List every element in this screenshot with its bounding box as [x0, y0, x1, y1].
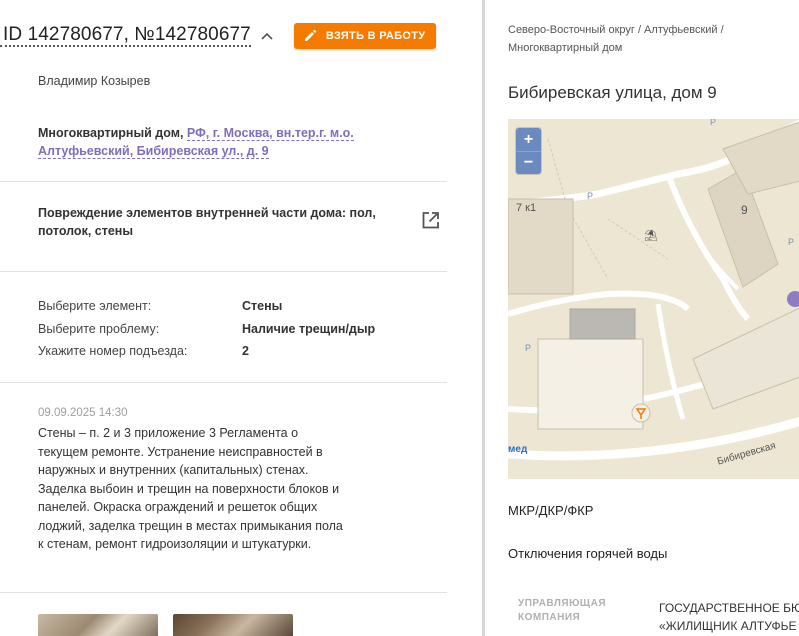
param-row: Выберите элемент: Стены: [38, 295, 438, 318]
map-label-building: 7 к1: [516, 202, 537, 214]
svg-text:P: P: [788, 237, 794, 247]
map[interactable]: P P P P ⛱ 7 к1 9 Бибиревская мед + −: [508, 119, 799, 479]
take-to-work-label: ВЗЯТЬ В РАБОТУ: [325, 30, 426, 42]
svg-text:P: P: [525, 343, 531, 353]
management-value-line: ГОСУДАРСТВЕННОЕ БЮ: [659, 601, 799, 615]
author-name: Владимир Козырев: [38, 74, 151, 88]
management-value: ГОСУДАРСТВЕННОЕ БЮ «ЖИЛИЩНИК АЛТУФЬЕ: [659, 599, 799, 635]
object-address: Многоквартирный дом, РФ, г. Москва, вн.т…: [38, 124, 438, 160]
pencil-icon: [303, 29, 317, 43]
problem-params: Выберите элемент: Стены Выберите проблем…: [38, 295, 438, 363]
photo-thumbnail[interactable]: [38, 614, 158, 636]
ticket-id[interactable]: ID 142780677, №142780677: [0, 25, 251, 47]
zoom-in-button[interactable]: +: [516, 128, 541, 151]
divider: [0, 382, 447, 383]
param-value: Стены: [242, 299, 283, 314]
breadcrumb: Северо-Восточный округ / Алтуфьевский / …: [508, 24, 724, 54]
svg-text:P: P: [710, 119, 716, 127]
svg-text:⛱: ⛱: [644, 229, 658, 242]
chevron-up-icon[interactable]: [260, 29, 274, 43]
external-link-icon[interactable]: [421, 211, 440, 230]
section-hot-water[interactable]: Отключения горячей воды: [508, 546, 667, 561]
svg-text:P: P: [587, 191, 593, 201]
map-label-metro: мед: [508, 444, 528, 455]
param-value: 2: [242, 344, 249, 359]
param-label: Выберите элемент:: [38, 299, 152, 314]
map-label-building: 9: [741, 203, 748, 217]
param-row: Укажите номер подъезда: 2: [38, 340, 438, 363]
comment-text: Стены – п. 2 и 3 приложение 3 Регламента…: [38, 426, 343, 551]
param-label: Выберите проблему:: [38, 321, 160, 336]
map-zoom-control: + −: [516, 128, 541, 174]
section-mkd[interactable]: МКР/ДКР/ФКР: [508, 503, 593, 518]
comment-date: 09.09.2025 14:30: [38, 407, 128, 419]
param-value: Наличие трещин/дыр: [242, 321, 376, 336]
photo-thumbnail[interactable]: [173, 614, 293, 636]
ticket-header: ID 142780677, №142780677 ВЗЯТЬ В РАБОТУ: [0, 20, 437, 52]
management-label: УПРАВЛЯЮЩАЯ КОМПАНИЯ: [518, 598, 607, 623]
ticket-panel: ID 142780677, №142780677 ВЗЯТЬ В РАБОТУ …: [0, 0, 482, 636]
param-row: Выберите проблему: Наличие трещин/дыр: [38, 318, 438, 341]
divider: [0, 181, 447, 182]
management-value-line: «ЖИЛИЩНИК АЛТУФЬЕ: [659, 619, 797, 633]
param-label: Укажите номер подъезда:: [38, 344, 188, 359]
divider: [0, 271, 447, 272]
house-panel: Северо-Восточный округ / Алтуфьевский / …: [485, 0, 799, 636]
problem-category: Повреждение элементов внутренней части д…: [38, 206, 376, 238]
take-to-work-button[interactable]: ВЗЯТЬ В РАБОТУ: [293, 23, 437, 49]
zoom-out-button[interactable]: −: [516, 151, 541, 174]
house-title: Бибиревская улица, дом 9: [508, 83, 717, 102]
divider: [0, 592, 447, 593]
object-type: Многоквартирный дом,: [38, 126, 184, 140]
